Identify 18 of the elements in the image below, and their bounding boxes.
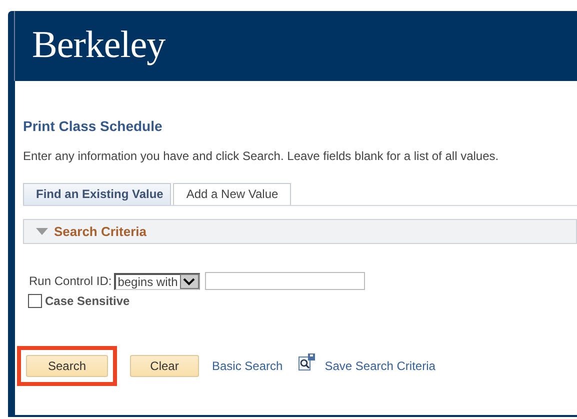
logo: Berkeley [32,23,166,67]
button[interactable]: Clear [130,355,199,377]
tab[interactable]: Add a New Value [173,183,292,205]
checkbox-label: Case Sensitive [45,294,130,308]
search-save-icon[interactable] [298,353,316,371]
page-title: Print Class Schedule [23,118,164,134]
collapse-icon[interactable] [36,228,48,235]
operator-dropdown[interactable]: begins with [114,272,200,290]
link[interactable]: Save Search Criteria [324,359,436,373]
input-field[interactable] [204,272,365,290]
link[interactable]: Basic Search [212,359,283,373]
field-label: Run Control ID: [29,274,112,288]
checkbox[interactable] [28,294,42,308]
section-header[interactable]: Search Criteria [23,219,577,244]
button[interactable]: Search [26,355,108,377]
tab[interactable]: Find an Existing Value [23,183,172,205]
section-title: Search Criteria [54,224,146,239]
instructions: Enter any information you have and click Search. Leave fields blank for a list of all values. [23,149,500,163]
